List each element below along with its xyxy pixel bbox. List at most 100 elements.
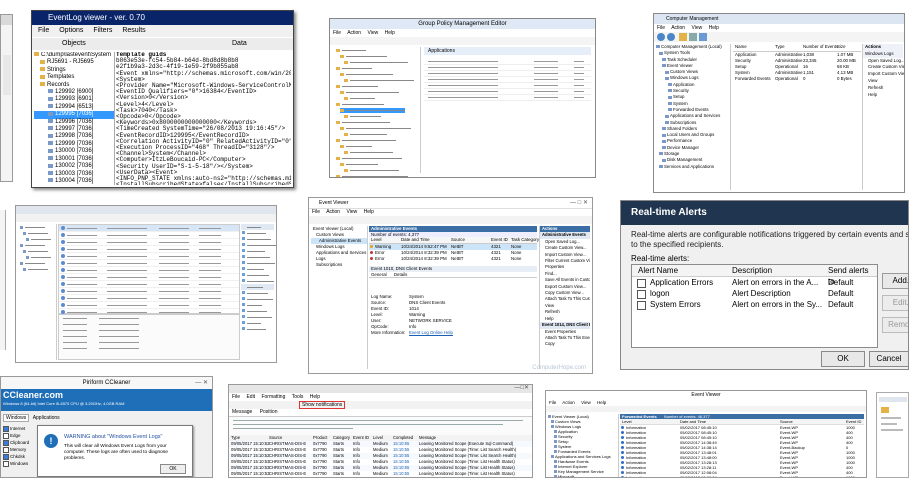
checklist-item[interactable]: Clipboard — [3, 439, 39, 446]
action-item[interactable]: Copy — [540, 341, 590, 347]
column-header[interactable]: Event ID — [491, 237, 508, 243]
tree-item[interactable] — [344, 78, 414, 83]
column-header[interactable]: Task Category — [511, 237, 539, 243]
action-item[interactable]: Save All Events in Custom View... — [540, 277, 590, 283]
tree-item[interactable] — [344, 132, 387, 137]
tree-item[interactable] — [344, 150, 393, 155]
list-icon[interactable] — [689, 33, 697, 41]
action-item[interactable]: Create Custom View... — [540, 245, 590, 251]
menu-filters[interactable]: Filters — [93, 27, 112, 34]
menu-file[interactable]: File — [38, 27, 49, 34]
menu-edit[interactable]: Edit — [246, 394, 255, 400]
column-header[interactable]: Type — [775, 44, 785, 50]
window-controls[interactable]: — □ ✕ — [570, 198, 588, 208]
column-header[interactable]: Name — [735, 44, 747, 50]
alert-checkbox[interactable] — [637, 301, 646, 310]
tree-item[interactable] — [336, 120, 390, 125]
table-row[interactable] — [59, 260, 239, 267]
menu-file[interactable]: File — [549, 400, 556, 405]
tree-item[interactable]: Services and Applications — [656, 164, 730, 170]
checklist-item[interactable]: Windows — [3, 460, 39, 467]
tree-item[interactable] — [340, 162, 378, 167]
edit-button[interactable]: Edit... — [882, 295, 908, 311]
checkbox-icon[interactable] — [3, 425, 9, 432]
menu-action[interactable]: Action — [562, 400, 575, 405]
show-notifications-toggle[interactable]: Show notifications — [299, 401, 346, 409]
tree-item[interactable] — [18, 267, 56, 272]
alert-row[interactable]: System Errors Alert on errors in the Sy..… — [632, 299, 877, 310]
action-item[interactable]: Refresh — [863, 85, 903, 92]
alert-row[interactable]: Application Errors Alert on errors in the… — [632, 277, 877, 288]
tree-item[interactable] — [340, 126, 411, 131]
menu-help[interactable]: Help — [709, 25, 719, 31]
forward-icon[interactable] — [667, 33, 675, 41]
action-item[interactable] — [241, 326, 274, 332]
tree-item[interactable] — [344, 114, 381, 119]
menu-help[interactable]: Help — [385, 30, 395, 36]
tab-position[interactable]: Position — [260, 409, 278, 415]
actions-group-header[interactable]: View — [863, 78, 903, 85]
tree-item[interactable] — [340, 144, 372, 149]
tree-item[interactable]: 129999 [7036] — [34, 141, 114, 148]
tree-item[interactable] — [340, 72, 393, 77]
menu-view[interactable]: View — [367, 30, 378, 36]
menu-results[interactable]: Results — [122, 27, 145, 34]
tree-item[interactable] — [340, 90, 399, 95]
tree-item[interactable] — [340, 108, 405, 113]
tree-item[interactable] — [336, 156, 402, 161]
menu-action[interactable]: Action — [347, 30, 361, 36]
tree-item[interactable]: 130002 [7036] — [34, 163, 114, 170]
alert-checkbox[interactable] — [637, 279, 646, 288]
tab-details[interactable]: Details — [394, 272, 407, 277]
table-row[interactable] — [59, 253, 239, 260]
tree-item[interactable] — [336, 138, 396, 143]
table-row[interactable] — [59, 267, 239, 274]
table-row[interactable]: 09/05/2017 15:10:53 CHRISTMAS-DIS-E 0x7790… — [229, 471, 532, 477]
tree-item[interactable]: 129995 [7036] — [34, 111, 114, 119]
checklist-item[interactable]: Chkdsk — [3, 453, 39, 460]
tree-item[interactable] — [18, 261, 56, 266]
warning-ok-button[interactable]: OK — [160, 464, 186, 474]
tree-item[interactable] — [18, 243, 56, 248]
tree-item[interactable]: 129994 [6513] — [34, 104, 114, 111]
action-item[interactable]: Help — [863, 92, 903, 99]
setting-row[interactable] — [424, 95, 591, 101]
menu-help[interactable]: Help — [310, 394, 320, 400]
field-value[interactable]: Event Log Online Help — [409, 330, 453, 336]
col-alert-name[interactable]: Alert Name — [638, 265, 678, 276]
tree-item[interactable] — [344, 168, 399, 173]
tree-item[interactable]: RJ5691 - RJ5695 — [34, 59, 114, 66]
menu-help[interactable]: Help — [597, 400, 606, 405]
action-item[interactable]: Create Custom View... — [863, 64, 904, 71]
tree-item[interactable] — [344, 60, 408, 65]
column-header[interactable]: Number of Events — [803, 44, 838, 50]
properties-icon[interactable] — [699, 33, 707, 41]
tree-item[interactable]: Records — [34, 82, 114, 89]
column-header[interactable]: Level — [371, 237, 382, 243]
table-row[interactable] — [59, 288, 239, 295]
tab-applications[interactable]: Applications — [31, 415, 62, 421]
column-header[interactable]: Source — [451, 237, 465, 243]
column-header[interactable]: Event ID — [846, 419, 861, 424]
column-header[interactable]: Date and Time — [401, 237, 430, 243]
tree-item[interactable] — [18, 237, 56, 242]
tree-item[interactable]: C:\dump\lastevent\System — [34, 52, 114, 59]
table-row[interactable] — [59, 281, 239, 288]
checklist-item[interactable]: Internet — [3, 425, 39, 432]
table-row[interactable]: Forwarded Events Operational 0 0 Bytes — [733, 76, 861, 82]
menu-view[interactable]: View — [346, 209, 357, 215]
checkbox-icon[interactable] — [3, 439, 9, 446]
table-row[interactable] — [59, 295, 239, 302]
tree-item[interactable] — [336, 84, 378, 89]
ok-button[interactable]: OK — [821, 351, 865, 367]
menu-view[interactable]: View — [691, 25, 702, 31]
menu-file[interactable]: File — [333, 30, 341, 36]
menu-action[interactable]: Action — [671, 25, 685, 31]
folder-icon[interactable] — [679, 33, 687, 41]
table-row[interactable] — [59, 274, 239, 281]
menu-action[interactable]: Action — [326, 209, 340, 215]
column-header[interactable]: Level — [622, 419, 632, 424]
remove-button[interactable]: Remove — [882, 317, 908, 333]
tree-item[interactable]: Templates — [34, 74, 114, 81]
tree-item[interactable]: 130000 [7036] — [34, 148, 114, 155]
